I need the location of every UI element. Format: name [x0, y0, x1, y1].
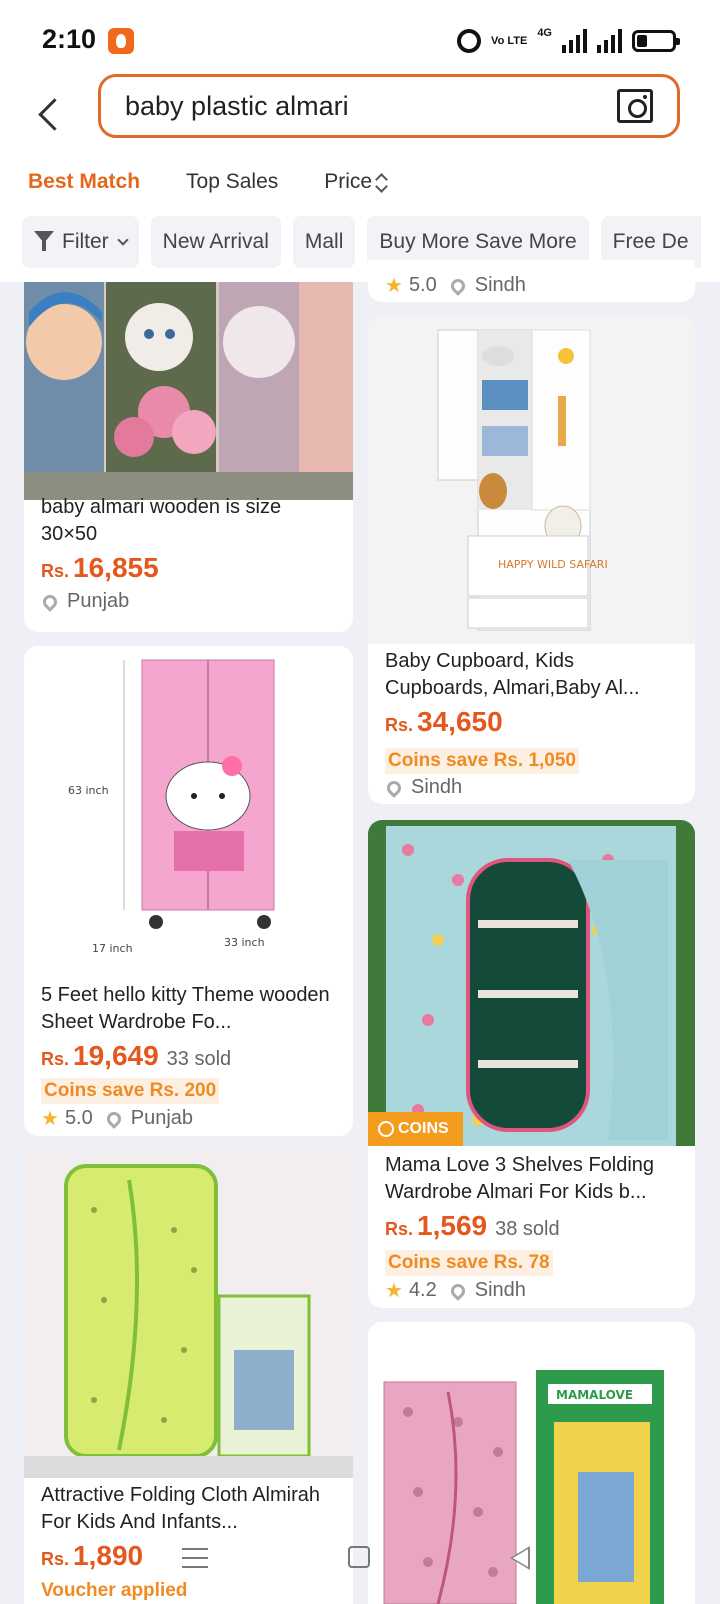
- price-value: 19,649: [73, 1040, 159, 1071]
- star-icon: ★: [385, 1280, 403, 1302]
- product-price: Rs. 34,650: [385, 706, 503, 738]
- product-meta: ★ 5.0 Sindh: [385, 273, 526, 298]
- home-icon[interactable]: [348, 1546, 370, 1568]
- chevron-down-icon: [117, 233, 129, 246]
- coins-save-label: Coins save Rs. 200: [41, 1078, 220, 1104]
- dimension-height: 63 inch: [68, 784, 109, 797]
- location: Sindh: [411, 776, 463, 798]
- price-value: 16,855: [73, 552, 159, 583]
- search-header: baby plastic almari Best Match Top Sales…: [0, 74, 720, 282]
- sort-tabs: Best Match Top Sales Price: [28, 170, 386, 194]
- volte-label: Vo LTE: [491, 34, 528, 47]
- location: Punjab: [130, 1107, 194, 1129]
- location: Punjab: [67, 590, 130, 612]
- price-value: 1,569: [417, 1210, 488, 1241]
- product-title: 5 Feet hello kitty Theme wooden Sheet Wa…: [41, 984, 330, 1033]
- location-pin-icon: [447, 1280, 468, 1301]
- location-pin-icon: [384, 777, 404, 798]
- location-pin-icon: [103, 1108, 124, 1129]
- product-title: Mama Love 3 Shelves Folding Wardrobe Alm…: [385, 1154, 655, 1203]
- chip-new-arrival[interactable]: New Arrival: [150, 216, 281, 268]
- price-value: 34,650: [417, 706, 503, 737]
- sold-count: 33 sold: [166, 1048, 232, 1070]
- coins-save-label: Coins save Rs. 78: [385, 1250, 553, 1276]
- product-image: [24, 282, 353, 500]
- network-type-label: 4G: [537, 27, 552, 39]
- box-brand: MAMALOVE: [556, 1388, 633, 1402]
- signal-2-icon: [597, 29, 622, 53]
- currency: Rs.: [41, 561, 70, 581]
- product-price: Rs. 19,649 33 sold: [41, 1040, 231, 1072]
- filter-button[interactable]: Filter: [22, 216, 139, 268]
- product-meta: Punjab: [40, 590, 130, 613]
- status-bar: 2:10 Vo LTE 4G: [0, 0, 720, 80]
- camera-icon[interactable]: [617, 89, 653, 123]
- product-card[interactable]: baby almari wooden is size 30×50 Rs. 16,8…: [24, 282, 353, 632]
- currency: Rs.: [385, 1219, 414, 1239]
- signal-1-icon: [562, 29, 587, 53]
- search-input[interactable]: baby plastic almari: [125, 91, 349, 122]
- filter-label: Filter: [62, 230, 109, 253]
- recent-apps-icon[interactable]: [182, 1548, 208, 1568]
- product-title: Baby Cupboard, Kids Cupboards, Almari,Ba…: [385, 650, 640, 699]
- funnel-icon: [34, 231, 54, 253]
- currency: Rs.: [385, 715, 414, 735]
- product-price: Rs. 1,569 38 sold: [385, 1210, 560, 1242]
- back-triangle-icon[interactable]: [510, 1546, 530, 1570]
- dimension-width: 33 inch: [224, 936, 265, 949]
- location: Sindh: [474, 274, 526, 296]
- sort-arrows-icon: [376, 174, 386, 190]
- coins-badge-label: COINS: [398, 1120, 449, 1137]
- currency: Rs.: [41, 1049, 70, 1069]
- product-card-partial[interactable]: ★ 5.0 Sindh: [368, 260, 695, 302]
- location-pin-icon: [447, 275, 468, 296]
- coin-icon: [378, 1121, 394, 1137]
- app-notification-icon: [108, 28, 134, 54]
- sold-count: 38 sold: [495, 1218, 560, 1240]
- chip-mall[interactable]: Mall: [292, 216, 356, 268]
- product-meta: ★ 5.0 Punjab: [41, 1106, 193, 1131]
- status-icons: Vo LTE 4G: [457, 26, 680, 56]
- location-pin-icon: [40, 591, 60, 612]
- rating: 5.0: [408, 274, 437, 296]
- star-icon: ★: [385, 275, 403, 297]
- star-icon: ★: [41, 1108, 59, 1130]
- product-image: HAPPY WILD SAFARI: [368, 316, 695, 644]
- status-time: 2:10: [42, 24, 97, 54]
- product-card[interactable]: HAPPY WILD SAFARI Baby Cupboard, Kids Cu…: [368, 316, 695, 804]
- alarm-icon: [457, 29, 482, 53]
- battery-icon: [632, 30, 680, 52]
- tab-top-sales[interactable]: Top Sales: [186, 170, 278, 194]
- tab-best-match[interactable]: Best Match: [28, 170, 140, 194]
- product-image: [24, 1150, 353, 1478]
- location: Sindh: [474, 1279, 526, 1301]
- product-image: [368, 820, 695, 1146]
- product-meta: ★ 4.2 Sindh: [385, 1278, 526, 1303]
- dimension-depth: 17 inch: [92, 942, 133, 955]
- search-box[interactable]: baby plastic almari: [98, 74, 680, 138]
- rating: 5.0: [64, 1107, 93, 1129]
- product-price: Rs. 16,855: [41, 552, 159, 584]
- back-arrow-icon[interactable]: [30, 84, 70, 144]
- rating: 4.2: [408, 1279, 437, 1301]
- product-card[interactable]: 63 inch 17 inch 33 inch 5 Feet hello kit…: [24, 646, 353, 1136]
- tab-price[interactable]: Price: [324, 170, 386, 194]
- coins-badge: COINS: [368, 1112, 463, 1146]
- image-brand-text: HAPPY WILD SAFARI: [498, 558, 608, 571]
- coins-save-label: Coins save Rs. 1,050: [385, 748, 579, 774]
- system-nav-bar: [0, 1530, 720, 1590]
- product-title: baby almari wooden is size 30×50: [41, 496, 282, 545]
- product-title: Attractive Folding Cloth Almirah For Kid…: [41, 1484, 321, 1533]
- product-meta: Sindh: [384, 776, 463, 799]
- product-image: 63 inch 17 inch 33 inch: [24, 646, 353, 974]
- tab-price-label: Price: [324, 170, 373, 193]
- product-card[interactable]: COINS Mama Love 3 Shelves Folding Wardro…: [368, 820, 695, 1308]
